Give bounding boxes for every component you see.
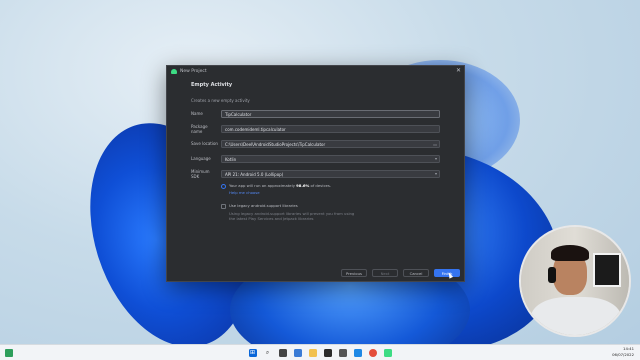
save-location-label: Save location [191, 141, 218, 146]
dialog-footer: Previous Next Cancel Finish [341, 269, 460, 277]
legacy-libraries-checkbox[interactable] [221, 203, 226, 209]
info-radio-icon [221, 183, 226, 189]
language-select[interactable]: Kotlin ▾ [221, 154, 440, 163]
windows-start-icon[interactable]: ⊞ [248, 348, 257, 357]
device-coverage-info: Your app will run on approximately 98.6%… [221, 183, 440, 195]
package-row: Package name com.codemideml.tipcalculato… [191, 123, 440, 134]
folder-icon[interactable]: ▭ [433, 142, 437, 147]
minimum-sdk-label: Minimum SDK [191, 168, 210, 179]
info-percent: 98.6% [296, 183, 310, 188]
package-label: Package name [191, 123, 208, 134]
store-icon[interactable] [323, 348, 332, 357]
webcam-wall-art [593, 253, 621, 287]
package-name-field[interactable]: com.codemideml.tipcalculator [221, 124, 440, 133]
taskbar: ⊞ ⌕ 14:41 06/07/2022 [0, 344, 640, 360]
new-project-dialog: New Project ✕ Empty Activity Creates a n… [166, 65, 465, 282]
clock-date: 06/07/2022 [612, 352, 634, 357]
webcam-person-hair [551, 245, 589, 261]
chevron-down-icon: ▾ [434, 156, 437, 161]
close-icon[interactable]: ✕ [456, 67, 461, 74]
language-value: Kotlin [225, 156, 237, 162]
android-studio-icon[interactable] [383, 348, 392, 357]
save-location-field[interactable]: C:\Users\Deel\AndroidStudioProjects\TipC… [221, 139, 440, 148]
name-label: Name [191, 111, 203, 116]
cancel-button[interactable]: Cancel [403, 269, 429, 277]
name-row: Name TipCalculator [191, 109, 440, 118]
page-heading: Empty Activity [191, 82, 233, 88]
file-explorer-icon[interactable] [308, 348, 317, 357]
minimum-sdk-value: API 21: Android 5.0 (Lollipop) [225, 171, 284, 177]
terminal-icon[interactable] [338, 348, 347, 357]
widgets-icon[interactable] [293, 348, 302, 357]
minimum-sdk-select[interactable]: API 21: Android 5.0 (Lollipop) ▾ [221, 169, 440, 178]
task-view-icon[interactable] [278, 348, 287, 357]
headphone-icon [548, 267, 556, 283]
taskbar-icons: ⊞ ⌕ [248, 348, 392, 357]
weather-widget-icon[interactable] [5, 349, 13, 357]
legacy-libraries-label[interactable]: Use legacy android.support libraries [229, 203, 298, 208]
chevron-down-icon: ▾ [434, 171, 437, 176]
android-icon [171, 69, 177, 74]
next-button[interactable]: Next [372, 269, 398, 277]
system-clock[interactable]: 14:41 06/07/2022 [612, 346, 634, 358]
legacy-libraries-description: Using legacy android.support libraries w… [229, 210, 355, 221]
chrome-icon[interactable] [368, 348, 377, 357]
previous-button[interactable]: Previous [341, 269, 367, 277]
vscode-icon[interactable] [353, 348, 362, 357]
page-description: Creates a new empty activity [191, 98, 250, 103]
legacy-libraries-option: Use legacy android.support libraries Usi… [221, 203, 440, 221]
info-text-before: Your app will run on approximately [229, 183, 297, 188]
minimum-sdk-row: Minimum SDK API 21: Android 5.0 (Lollipo… [191, 168, 440, 179]
webcam-person-body [531, 297, 621, 335]
save-location-value: C:\Users\Deel\AndroidStudioProjects\TipC… [225, 141, 326, 147]
webcam-overlay [519, 225, 631, 337]
name-field[interactable]: TipCalculator [221, 109, 440, 118]
language-row: Language Kotlin ▾ [191, 154, 440, 163]
language-label: Language [191, 156, 211, 161]
search-icon[interactable]: ⌕ [264, 349, 272, 357]
dialog-title: New Project [180, 69, 207, 74]
help-me-choose-link[interactable]: Help me choose [229, 190, 440, 195]
dialog-titlebar[interactable]: New Project ✕ [167, 66, 464, 77]
info-text-after: of devices. [309, 183, 332, 188]
save-location-row: Save location C:\Users\Deel\AndroidStudi… [191, 139, 440, 148]
